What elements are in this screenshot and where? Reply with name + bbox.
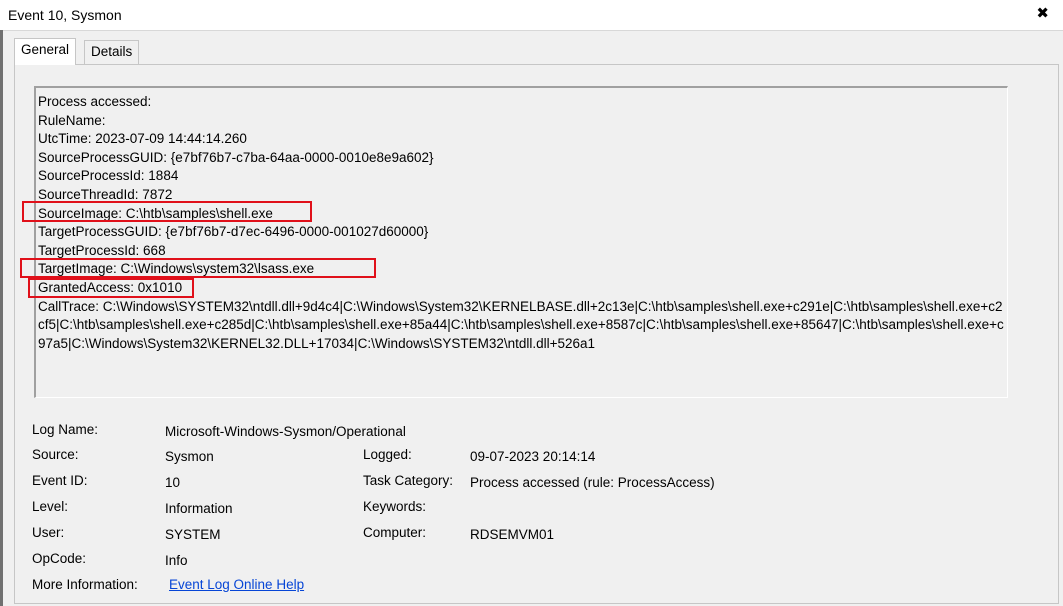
event-description-lines: Process accessed: RuleName: UtcTime: 202… [38,93,1004,353]
tab-details[interactable]: Details [84,40,140,64]
level-value: Information [165,501,233,516]
logged-label: Logged: [363,447,412,462]
event-line: SourceProcessGUID: {e7bf76b7-c7ba-64aa-0… [38,149,434,165]
logged-value: 09-07-2023 20:14:14 [470,449,596,464]
opcode-label: OpCode: [32,551,87,566]
event-line: TargetProcessGUID: {e7bf76b7-d7ec-6496-0… [38,224,429,240]
task-category-label: Task Category: [363,473,454,488]
source-value: Sysmon [165,449,214,464]
log-name-value: Microsoft-Windows-Sysmon/Operational [165,424,406,439]
computer-value: RDSEMVM01 [470,527,555,542]
more-information-label: More Information: [32,577,138,592]
event-description-textbox[interactable]: Process accessed: RuleName: UtcTime: 202… [34,86,1008,398]
event-line: RuleName: [38,112,106,128]
event-log-online-help-link[interactable]: Event Log Online Help [169,577,304,592]
event-line: TargetProcessId: 668 [38,242,166,258]
keywords-label: Keywords: [363,499,427,514]
user-value: SYSTEM [165,527,221,542]
window-title: Event 10, Sysmon [8,7,122,23]
title-bar: Event 10, Sysmon ✖ [0,0,1063,31]
event-line-target-image: TargetImage: C:\Windows\system32\lsass.e… [38,261,315,277]
close-icon[interactable]: ✖ [1036,4,1049,22]
computer-label: Computer: [363,525,427,540]
event-line: UtcTime: 2023-07-09 14:44:14.260 [38,131,247,147]
event-line: SourceProcessId: 1884 [38,168,179,184]
event-line: Process accessed: [38,94,152,109]
event-line-granted-access: GrantedAccess: 0x1010 [38,279,183,295]
event-id-label: Event ID: [32,473,88,488]
level-label: Level: [32,499,69,514]
event-line-calltrace: CallTrace: C:\Windows\SYSTEM32\ntdll.dll… [38,298,1004,351]
task-category-value: Process accessed (rule: ProcessAccess) [470,475,715,490]
log-name-label: Log Name: [32,422,99,437]
user-label: User: [32,525,65,540]
tab-general[interactable]: General [14,38,77,65]
event-line-source-image: SourceImage: C:\htb\samples\shell.exe [38,205,273,221]
opcode-value: Info [165,553,188,568]
source-label: Source: [32,447,79,462]
event-line: SourceThreadId: 7872 [38,186,173,202]
window-left-edge [0,30,3,606]
event-id-value: 10 [165,475,181,490]
